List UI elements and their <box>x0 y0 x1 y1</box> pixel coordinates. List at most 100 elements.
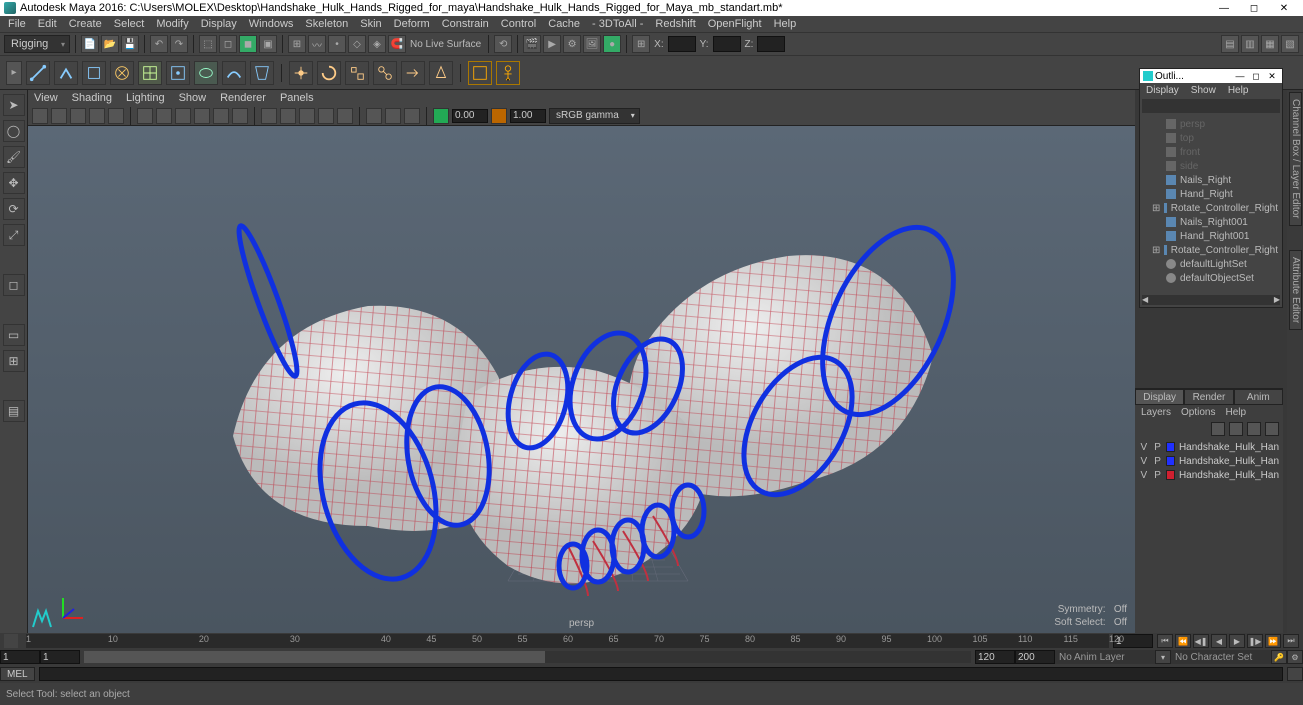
layer-move-up-icon[interactable] <box>1211 422 1225 436</box>
snap-live-icon[interactable]: ◈ <box>368 35 386 53</box>
outliner-minimize-button[interactable]: — <box>1233 71 1247 81</box>
menu-modify[interactable]: Modify <box>150 18 194 30</box>
view-transform-dropdown[interactable]: sRGB gamma <box>549 108 640 124</box>
last-tool-icon[interactable]: ◻ <box>3 274 25 296</box>
menu-select[interactable]: Select <box>108 18 151 30</box>
coord-y-input[interactable] <box>713 36 741 52</box>
coord-z-input[interactable] <box>757 36 785 52</box>
workspace-dropdown[interactable]: Rigging <box>4 35 70 53</box>
outliner-item[interactable]: Nails_Right001 <box>1144 215 1278 229</box>
step-forward-key-icon[interactable]: ⏩ <box>1265 634 1281 648</box>
ik-handle-icon[interactable] <box>54 61 78 85</box>
go-to-start-icon[interactable]: ⏮ <box>1157 634 1173 648</box>
playback-start-input[interactable] <box>40 650 80 664</box>
layer-menu-help[interactable]: Help <box>1225 407 1246 418</box>
sidebar-toggle-3-icon[interactable]: ▦ <box>1261 35 1279 53</box>
layer-tab-display[interactable]: Display <box>1135 389 1184 405</box>
select-tool-icon[interactable]: ➤ <box>3 94 25 116</box>
play-back-icon[interactable]: ◀ <box>1211 634 1227 648</box>
sidebar-toggle-2-icon[interactable]: ▥ <box>1241 35 1259 53</box>
layer-menu-layers[interactable]: Layers <box>1141 407 1171 418</box>
rotate-tool-icon[interactable]: ⟳ <box>3 198 25 220</box>
isolate-select-icon[interactable] <box>366 108 382 124</box>
lasso-tool-icon[interactable]: ◯ <box>3 120 25 142</box>
hik-icon[interactable] <box>496 61 520 85</box>
outliner-item[interactable]: front <box>1144 145 1278 159</box>
wireframe-icon[interactable] <box>261 108 277 124</box>
exposure-toggle-icon[interactable] <box>433 108 449 124</box>
character-set-dropdown[interactable]: No Character Set <box>1171 650 1271 664</box>
layer-color-swatch[interactable] <box>1166 456 1174 466</box>
sidebar-toggle-4-icon[interactable]: ▧ <box>1281 35 1299 53</box>
select-mask-icon[interactable]: ▣ <box>259 35 277 53</box>
outliner-item[interactable]: top <box>1144 131 1278 145</box>
layer-playback-toggle[interactable]: P <box>1153 470 1163 481</box>
open-scene-icon[interactable]: 📂 <box>101 35 119 53</box>
range-start-input[interactable] <box>0 650 40 664</box>
maximize-button[interactable]: ◻ <box>1239 0 1269 16</box>
command-input[interactable] <box>39 667 1283 681</box>
outliner-item[interactable]: defaultObjectSet <box>1144 271 1278 285</box>
select-hierarchy-icon[interactable]: ⬚ <box>199 35 217 53</box>
menu-redshift[interactable]: Redshift <box>649 18 701 30</box>
sidebar-toggle-1-icon[interactable]: ▤ <box>1221 35 1239 53</box>
outliner-scrollbar-horizontal[interactable] <box>1142 295 1280 305</box>
make-live-icon[interactable]: 🧲 <box>388 35 406 53</box>
panel-layout-icon[interactable]: ⊞ <box>632 35 650 53</box>
scale-constraint-icon[interactable] <box>345 61 369 85</box>
outliner-menu-help[interactable]: Help <box>1228 85 1249 96</box>
close-button[interactable]: ✕ <box>1269 0 1299 16</box>
outliner-close-button[interactable]: ✕ <box>1265 71 1279 82</box>
panel-menu-view[interactable]: View <box>34 92 58 104</box>
playback-prefs-icon[interactable]: ⚙ <box>1287 650 1303 664</box>
outliner-item[interactable]: defaultLightSet <box>1144 257 1278 271</box>
menu-cache[interactable]: Cache <box>542 18 586 30</box>
field-chart-icon[interactable] <box>213 108 229 124</box>
paint-weights-icon[interactable] <box>110 61 134 85</box>
panel-menu-panels[interactable]: Panels <box>280 92 314 104</box>
menu-file[interactable]: File <box>2 18 32 30</box>
layer-row[interactable]: VPHandshake_Hulk_Hands_R <box>1135 454 1283 468</box>
undo-icon[interactable]: ↶ <box>150 35 168 53</box>
play-forward-icon[interactable]: ▶ <box>1229 634 1245 648</box>
layer-new-empty-icon[interactable] <box>1247 422 1261 436</box>
menu-windows[interactable]: Windows <box>243 18 300 30</box>
layer-menu-options[interactable]: Options <box>1181 407 1215 418</box>
wire-deformer-icon[interactable] <box>222 61 246 85</box>
gate-mask-icon[interactable] <box>194 108 210 124</box>
xray-icon[interactable] <box>385 108 401 124</box>
xray-joints-icon[interactable] <box>404 108 420 124</box>
outliner-maximize-button[interactable]: ◻ <box>1249 71 1263 82</box>
auto-key-icon[interactable]: 🔑 <box>1271 650 1287 664</box>
camera-select-icon[interactable] <box>32 108 48 124</box>
cluster-icon[interactable] <box>166 61 190 85</box>
menu-deform[interactable]: Deform <box>388 18 436 30</box>
menu-help[interactable]: Help <box>768 18 803 30</box>
menu-constrain[interactable]: Constrain <box>436 18 495 30</box>
use-lights-icon[interactable] <box>318 108 334 124</box>
outliner-item[interactable]: Hand_Right001 <box>1144 229 1278 243</box>
camera-bookmark-icon[interactable] <box>51 108 67 124</box>
parent-constraint-icon[interactable] <box>373 61 397 85</box>
panel-menu-renderer[interactable]: Renderer <box>220 92 266 104</box>
skin-bind-icon[interactable] <box>82 61 106 85</box>
menu-openflight[interactable]: OpenFlight <box>702 18 768 30</box>
snap-point-icon[interactable]: • <box>328 35 346 53</box>
blend-shape-icon[interactable] <box>194 61 218 85</box>
go-to-end-icon[interactable]: ⏭ <box>1283 634 1299 648</box>
anim-layer-dropdown[interactable]: No Anim Layer <box>1055 650 1155 664</box>
single-pane-icon[interactable]: ▭ <box>3 324 25 346</box>
grid-icon[interactable] <box>137 108 153 124</box>
layer-color-swatch[interactable] <box>1166 442 1174 452</box>
hypershade-icon[interactable]: ● <box>603 35 621 53</box>
layer-row[interactable]: VPHandshake_Hulk_Hands_R <box>1135 468 1283 482</box>
layer-playback-toggle[interactable]: P <box>1153 456 1163 467</box>
menu-edit[interactable]: Edit <box>32 18 63 30</box>
aim-constraint-icon[interactable] <box>401 61 425 85</box>
safe-action-icon[interactable] <box>232 108 248 124</box>
outliner-toggle-icon[interactable]: ▤ <box>3 400 25 422</box>
lattice-icon[interactable] <box>138 61 162 85</box>
playback-end-input[interactable] <box>975 650 1015 664</box>
orient-constraint-icon[interactable] <box>317 61 341 85</box>
range-end-input[interactable] <box>1015 650 1055 664</box>
